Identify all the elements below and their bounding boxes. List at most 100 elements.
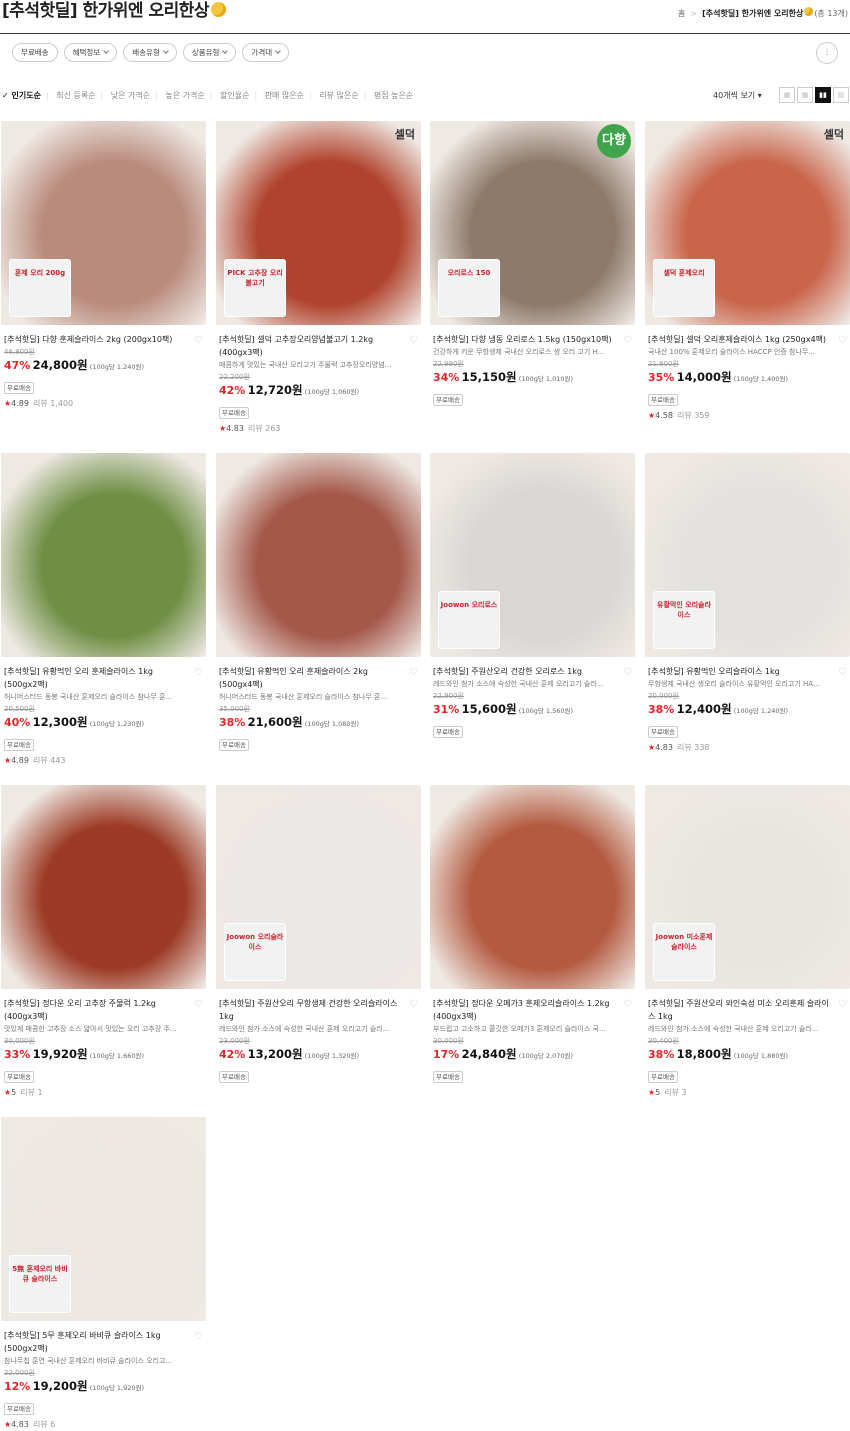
sale-price: 21,600원 [247,715,303,729]
per-page-select[interactable]: 40개씩 보기 ▾ [713,90,762,101]
product-name[interactable]: [추석핫딜] 정다운 오메가3 훈제오리슬라이스 1.2kg (400gx3팩)… [430,997,635,1023]
price-row: 47% 24,800원 (100g당 1,240원) [1,358,206,375]
unit-price: (100g당 2,070원) [518,1052,574,1060]
filter-benefits[interactable]: 혜택정보 [63,43,118,62]
product-card[interactable]: Joowon 미소훈제슬라이스 [추석핫딜] 주원산오리 와인숙성 미소 오리훈제… [645,785,850,1099]
product-card[interactable]: Joowon 오리슬라이스 [추석핫딜] 주원산오리 무항생제 건강한 오리슬라이… [216,785,421,1083]
free-shipping-badge: 무료배송 [648,726,678,738]
heart-icon[interactable]: ♡ [194,334,203,347]
product-name[interactable]: [추석핫딜] 다향 냉동 오리로스 1.5kg (150gx10팩) ♡ [430,333,635,346]
filter-price-range[interactable]: 가격대 [242,43,290,62]
heart-icon[interactable]: ♡ [194,666,203,679]
sale-price: 12,720원 [247,383,303,397]
product-image[interactable]: 셀덕 PICK 고추장 오리불고기 [216,121,421,325]
heart-icon[interactable]: ♡ [194,998,203,1011]
filter-settings-button[interactable]: ⫶ [816,42,838,64]
sort-low-price[interactable]: 낮은 가격순 [111,90,150,101]
product-image[interactable]: 셀덕 셀덕 훈제오리 [645,121,850,325]
product-name[interactable]: [추석핫딜] 주원산오리 건강한 오리로스 1kg ♡ [430,665,635,678]
product-name[interactable]: [추석핫딜] 5무 훈제오리 바비큐 슬라이스 1kg (500gx2팩) ♡ [1,1329,206,1355]
product-image[interactable]: Joowon 오리로스 [430,453,635,657]
product-name[interactable]: [추석핫딜] 유황먹인 오리슬라이스 1kg ♡ [645,665,850,678]
product-image[interactable] [430,785,635,989]
sort-discount[interactable]: 할인율순 [220,90,249,101]
free-shipping-badge: 무료배송 [433,726,463,738]
product-image[interactable]: 유황먹인 오리슬라이스 [645,453,850,657]
heart-icon[interactable]: ♡ [838,998,847,1011]
review-count: 리뷰 3 [664,1088,687,1097]
product-image[interactable]: 다향 오리로스 150 [430,121,635,325]
filter-free-shipping[interactable]: 무료배송 [12,43,58,62]
sort-high-price[interactable]: 높은 가격순 [165,90,204,101]
product-card[interactable]: 다향 오리로스 150 [추석핫딜] 다향 냉동 오리로스 1.5kg (150gx… [430,121,635,406]
filter-delivery-type[interactable]: 배송유형 [123,43,177,62]
breadcrumb-home[interactable]: 홈 [678,9,685,18]
grid-view-5-button[interactable]: ▦ [779,87,795,103]
product-name[interactable]: [추석핫딜] 주원산오리 무항생제 건강한 오리슬라이스 1kg ♡ [216,997,421,1023]
heart-icon[interactable]: ♡ [838,666,847,679]
price-row: 17% 24,840원 (100g당 2,070원) [430,1047,635,1064]
heart-icon[interactable]: ♡ [838,334,847,347]
price-row: 35% 14,000원 (100g당 1,400원) [645,370,850,387]
free-shipping-badge: 무료배송 [219,1071,249,1083]
sort-top-rated[interactable]: 평점 높은순 [374,90,413,101]
product-image[interactable] [1,785,206,989]
package-image: 훈제 오리 200g [9,259,71,317]
grid-view-2-button[interactable]: ▮▮ [815,87,831,103]
free-shipping-badge: 무료배송 [4,382,34,394]
grid-view-4-button[interactable]: ▦ [797,87,813,103]
product-card[interactable]: [추석핫딜] 유황먹인 오리 훈제슬라이스 1kg (500gx2팩) ♡ 허니머스… [1,453,206,767]
product-image[interactable]: Joowon 오리슬라이스 [216,785,421,989]
original-price: 22,900원 [433,692,464,700]
product-image[interactable] [1,453,206,657]
product-card[interactable]: 셀덕 PICK 고추장 오리불고기 [추석핫딜] 셀덕 고추장오리양념불고기 1.2… [216,121,421,435]
product-card[interactable]: [추석핫딜] 정다운 오메가3 훈제오리슬라이스 1.2kg (400gx3팩)… [430,785,635,1083]
heart-icon[interactable]: ♡ [409,998,418,1011]
rating: ★4.83 리뷰 6 [4,1420,56,1429]
heart-icon[interactable]: ♡ [623,998,632,1011]
heart-icon[interactable]: ♡ [409,666,418,679]
package-image: 유황먹인 오리슬라이스 [653,591,715,649]
sort-popular[interactable]: ✓ 인기도순 [2,90,41,101]
package-image: 5無 훈제오리 바비큐 슬라이스 [9,1255,71,1313]
review-count: 리뷰 263 [247,424,281,433]
product-name[interactable]: [추석핫딜] 주원산오리 와인숙성 미소 오리훈제 슬라이스 1kg ♡ [645,997,850,1023]
chevron-down-icon [222,48,229,54]
product-image[interactable] [216,453,421,657]
price-row: 34% 15,150원 (100g당 1,010원) [430,370,635,387]
sort-best-selling[interactable]: 판매 많은순 [265,90,304,101]
heart-icon[interactable]: ♡ [194,1330,203,1343]
rating: ★4.58 리뷰 359 [648,411,710,420]
product-card[interactable]: 5無 훈제오리 바비큐 슬라이스 [추석핫딜] 5무 훈제오리 바비큐 슬라이스 … [1,1117,206,1431]
product-card[interactable]: 유황먹인 오리슬라이스 [추석핫딜] 유황먹인 오리슬라이스 1kg ♡ 무항생제 국… [645,453,850,754]
product-card[interactable]: 훈제 오리 200g [추석핫딜] 다향 훈제슬라이스 2kg (200gx10팩… [1,121,206,410]
original-price: 30,400원 [648,1037,679,1045]
product-name[interactable]: [추석핫딜] 셀덕 고추장오리양념불고기 1.2kg (400gx3팩) ♡ [216,333,421,359]
unit-price: (100g당 1,920원) [89,1384,145,1392]
product-name[interactable]: [추석핫딜] 유황먹인 오리 훈제슬라이스 2kg (500gx4팩) ♡ [216,665,421,691]
heart-icon[interactable]: ♡ [409,334,418,347]
product-name[interactable]: [추석핫딜] 다향 훈제슬라이스 2kg (200gx10팩) ♡ [1,333,206,346]
list-view-button[interactable]: ▤ [833,87,849,103]
product-image[interactable]: 5無 훈제오리 바비큐 슬라이스 [1,1117,206,1321]
discount-rate: 17% [433,1048,460,1061]
sort-most-reviews[interactable]: 리뷰 많은순 [319,90,358,101]
original-price: 21,600원 [648,360,679,368]
product-name[interactable]: [추석핫딜] 정다운 오리 고추장 주물럭 1.2kg (400gx3팩) ♡ [1,997,206,1023]
product-card[interactable]: Joowon 오리로스 [추석핫딜] 주원산오리 건강한 오리로스 1kg ♡ 레드와… [430,453,635,738]
product-card[interactable]: 셀덕 셀덕 훈제오리 [추석핫딜] 셀덕 오리훈제슬라이스 1kg (250gx4팩… [645,121,850,422]
product-name[interactable]: [추석핫딜] 셀덕 오리훈제슬라이스 1kg (250gx4팩) ♡ [645,333,850,346]
product-image[interactable]: Joowon 미소훈제슬라이스 [645,785,850,989]
product-card[interactable]: [추석핫딜] 정다운 오리 고추장 주물럭 1.2kg (400gx3팩) ♡ 맛있… [1,785,206,1099]
product-card[interactable]: [추석핫딜] 유황먹인 오리 훈제슬라이스 2kg (500gx4팩) ♡ 허니머스… [216,453,421,751]
unit-price: (100g당 1,060원) [304,388,360,396]
free-shipping-badge: 무료배송 [4,1071,34,1083]
heart-icon[interactable]: ♡ [623,666,632,679]
original-price: 20,500원 [4,705,35,713]
product-name[interactable]: [추석핫딜] 유황먹인 오리 훈제슬라이스 1kg (500gx2팩) ♡ [1,665,206,691]
heart-icon[interactable]: ♡ [623,334,632,347]
package-image: 셀덕 훈제오리 [653,259,715,317]
product-image[interactable]: 훈제 오리 200g [1,121,206,325]
sort-newest[interactable]: 최신 등록순 [56,90,95,101]
filter-product-type[interactable]: 상품유형 [182,43,237,62]
